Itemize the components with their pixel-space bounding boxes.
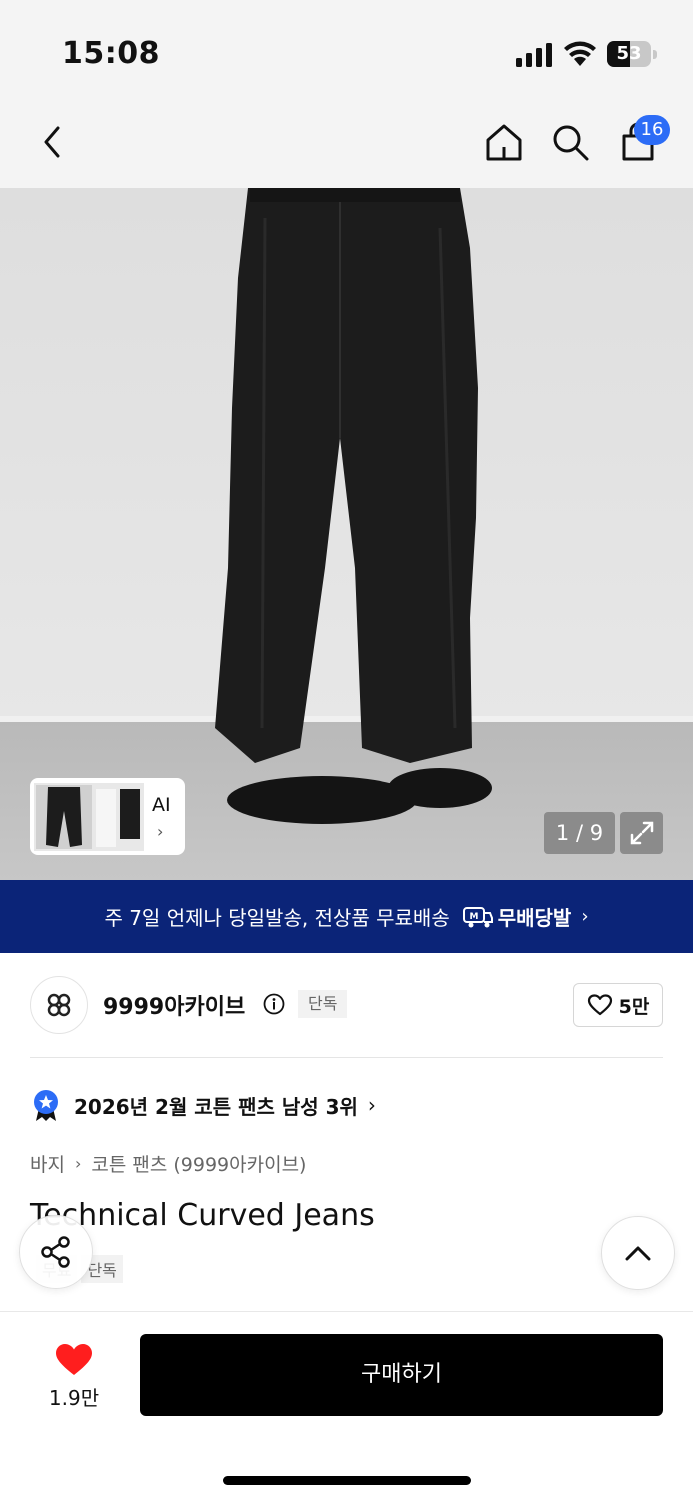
promo-text: 주 7일 언제나 당일발송, 전상품 무료배송 <box>104 906 450 930</box>
home-icon <box>486 124 522 161</box>
promo-logo-mark: M <box>469 912 478 922</box>
ai-label: AI <box>152 794 171 816</box>
divider <box>30 1057 663 1058</box>
wishlist-button[interactable]: 1.9만 <box>30 1338 118 1410</box>
promo-logo: M 무배당발 <box>462 902 572 931</box>
battery-cap <box>653 50 657 59</box>
buy-button[interactable]: 구매하기 <box>140 1334 663 1416</box>
chevron-right-icon: › <box>367 1093 376 1117</box>
breadcrumb-item[interactable]: 바지 <box>30 1150 65 1177</box>
info-icon[interactable] <box>263 993 285 1015</box>
ranking-text: 2026년 2월 코튼 팬츠 남성 3위 <box>74 1094 358 1119</box>
heart-outline-icon <box>587 994 612 1016</box>
nav-bar <box>0 100 693 188</box>
battery-icon: 53 <box>607 41 657 67</box>
ranking-medal-icon <box>34 1090 58 1121</box>
store-like-button[interactable]: 5만 <box>573 983 663 1027</box>
home-indicator <box>223 1476 471 1485</box>
store-logo-icon[interactable] <box>30 976 88 1034</box>
cart-count-badge: 16 <box>634 115 670 145</box>
status-time: 15:08 <box>62 36 160 71</box>
home-button[interactable] <box>480 118 528 166</box>
thumbnail-illustration <box>34 783 144 851</box>
scroll-to-top-button[interactable] <box>601 1216 675 1290</box>
expand-button[interactable] <box>620 812 663 854</box>
thumbnail-image <box>34 783 144 851</box>
status-bar: 15:08 53 <box>0 0 693 100</box>
store-name[interactable]: 9999아카이브 <box>103 989 245 1021</box>
battery-body: 53 <box>607 41 651 67</box>
back-icon <box>44 126 60 158</box>
chevron-right-icon: › <box>581 906 589 927</box>
wishlist-count: 1.9만 <box>48 1386 100 1410</box>
bottom-action-bar: 1.9만 구매하기 <box>0 1311 693 1501</box>
promo-logo-text: 무배당발 <box>497 906 572 930</box>
breadcrumb-item[interactable]: 코튼 팬츠 (9999아카이브) <box>91 1150 306 1177</box>
heart-filled-icon <box>56 1344 92 1375</box>
breadcrumb: 바지 › 코튼 팬츠 (9999아카이브) <box>30 1150 306 1177</box>
signal-icon <box>516 43 552 67</box>
chevron-right-icon: › <box>157 822 164 841</box>
back-button[interactable] <box>28 118 76 166</box>
store-logo-mark <box>47 993 71 1017</box>
store-like-count: 5만 <box>618 995 650 1018</box>
ai-thumbnail-card[interactable]: AI › <box>30 778 185 855</box>
chevron-right-icon: › <box>74 1154 82 1173</box>
share-button[interactable] <box>19 1215 93 1289</box>
exclusive-badge: 단독 <box>298 990 348 1018</box>
delivery-truck-icon: M <box>462 906 493 927</box>
promo-banner[interactable]: 주 7일 언제나 당일발송, 전상품 무료배송 M 무배당발 › <box>0 880 693 953</box>
product-image[interactable] <box>0 188 693 880</box>
expand-icon <box>630 821 653 845</box>
search-button[interactable] <box>546 118 594 166</box>
wifi-icon <box>564 41 596 66</box>
image-counter: 1 / 9 <box>544 812 615 854</box>
ranking-link[interactable]: 2026년 2월 코튼 팬츠 남성 3위 › <box>30 1087 376 1123</box>
share-icon <box>41 1236 70 1268</box>
battery-level: 53 <box>616 43 642 64</box>
search-icon <box>553 125 589 161</box>
store-row: 9999아카이브 단독 5만 <box>30 976 663 1034</box>
chevron-up-icon <box>625 1246 651 1261</box>
product-photo-illustration <box>0 188 693 880</box>
